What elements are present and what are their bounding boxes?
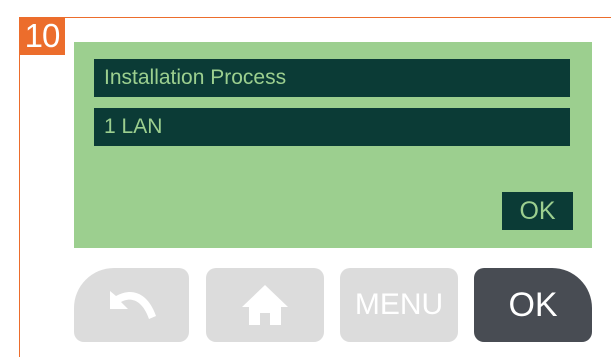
ok-button[interactable]: OK bbox=[474, 268, 592, 342]
home-button[interactable] bbox=[206, 268, 324, 342]
display-ok-softkey[interactable]: OK bbox=[502, 192, 573, 230]
display-title: Installation Process bbox=[94, 59, 570, 97]
home-icon bbox=[242, 285, 288, 325]
back-arrow-icon bbox=[109, 291, 156, 319]
menu-button[interactable]: MENU bbox=[340, 268, 458, 342]
step-number-badge: 10 bbox=[19, 17, 65, 55]
back-button[interactable] bbox=[74, 268, 189, 342]
display-selected-item[interactable]: 1 LAN bbox=[94, 108, 570, 146]
device-display: Installation Process 1 LAN OK bbox=[74, 42, 592, 248]
